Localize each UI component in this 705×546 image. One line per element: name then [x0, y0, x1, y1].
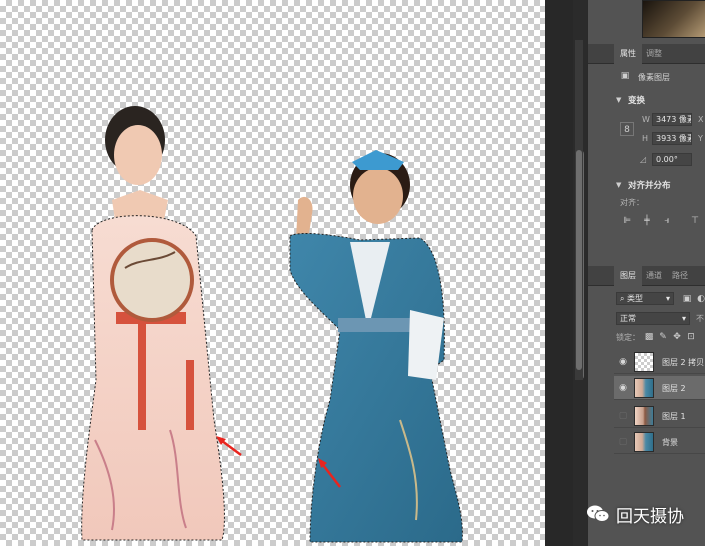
- layer-thumbnail: [634, 432, 654, 452]
- eye-hidden-icon[interactable]: ▢: [618, 437, 628, 447]
- x-label: X: [698, 115, 704, 124]
- width-field[interactable]: 3473 像素: [652, 113, 692, 126]
- chevron-down-icon[interactable]: ▼: [616, 181, 621, 189]
- filter-kind-select[interactable]: ⌕ 类型 ▾: [616, 292, 674, 305]
- angle-field[interactable]: 0.00°: [652, 153, 692, 166]
- height-field[interactable]: 3933 像素: [652, 132, 692, 145]
- layers-tabbar: 图层 通道 路径: [588, 266, 705, 286]
- boy-figure: [289, 150, 463, 543]
- panel-scrollbar-thumb[interactable]: [576, 150, 582, 370]
- align-label: 对齐：: [620, 198, 644, 207]
- search-icon: ⌕: [620, 294, 628, 303]
- color-picker-preview[interactable]: [642, 0, 705, 38]
- lock-label: 锁定：: [616, 333, 640, 342]
- blend-mode-value: 正常: [620, 314, 636, 323]
- chevron-down-icon: ▾: [665, 294, 670, 303]
- chevron-down-icon: ▾: [681, 314, 686, 323]
- tab-adjustments[interactable]: 调整: [640, 44, 668, 64]
- pixel-layer-icon: ▣: [620, 71, 630, 81]
- align-right-icon[interactable]: ⫣: [660, 214, 674, 228]
- filter-adjust-icon[interactable]: ◐: [694, 292, 705, 306]
- layer-row[interactable]: ◉ 图层 2 拷贝: [614, 350, 705, 374]
- tab-paths[interactable]: 路径: [666, 266, 694, 286]
- tab-properties[interactable]: 属性: [614, 44, 642, 64]
- layer-name: 图层 1: [662, 412, 686, 421]
- filter-kind-value: 类型: [627, 294, 644, 303]
- tab-layers[interactable]: 图层: [614, 266, 642, 286]
- opacity-label: 不: [696, 314, 704, 323]
- eye-icon[interactable]: ◉: [618, 383, 628, 393]
- blend-mode-select[interactable]: 正常 ▾: [616, 312, 690, 325]
- layer-thumbnail: [634, 352, 654, 372]
- layer-type-label: 像素图层: [638, 73, 670, 82]
- layer-name: 背景: [662, 438, 678, 447]
- document-canvas[interactable]: [0, 0, 545, 546]
- panel-scrollbar[interactable]: [575, 40, 583, 380]
- filter-pixel-icon[interactable]: ▣: [680, 292, 694, 306]
- layer-name: 图层 2: [662, 384, 686, 393]
- eye-icon[interactable]: ◉: [618, 357, 628, 367]
- wechat-icon: [587, 505, 610, 522]
- align-heading[interactable]: 对齐并分布: [628, 179, 671, 191]
- girl-figure: [81, 106, 225, 541]
- align-left-icon[interactable]: ⊫: [620, 214, 634, 228]
- chevron-down-icon[interactable]: ▼: [616, 96, 621, 104]
- red-arrow-annotation: [216, 436, 242, 457]
- eye-hidden-icon[interactable]: ▢: [618, 411, 628, 421]
- photo-artwork: [81, 106, 463, 543]
- pasteboard: [545, 0, 573, 546]
- angle-icon: ◿: [640, 155, 647, 164]
- layer-name: 图层 2 拷贝: [662, 358, 705, 367]
- lock-transparent-icon[interactable]: ▩: [642, 330, 656, 344]
- link-icon[interactable]: 8: [620, 122, 634, 136]
- tab-channels[interactable]: 通道: [640, 266, 668, 286]
- artboard-icon[interactable]: ⊡: [684, 330, 698, 344]
- layer-thumbnail: [634, 406, 654, 426]
- lock-position-icon[interactable]: ✥: [670, 330, 684, 344]
- width-label: W: [642, 115, 650, 124]
- watermark-text: 回天摄协: [616, 506, 684, 527]
- y-label: Y: [698, 134, 703, 143]
- layer-row[interactable]: ◉ 图层 2: [614, 376, 705, 400]
- align-hcenter-icon[interactable]: ╪: [640, 214, 654, 228]
- watermark: 回天摄协: [586, 501, 684, 527]
- height-label: H: [642, 134, 649, 143]
- transform-heading[interactable]: 变换: [628, 94, 645, 106]
- layer-row[interactable]: ▢ 背景: [614, 430, 705, 454]
- lock-paint-icon[interactable]: ✎: [656, 330, 670, 344]
- properties-tabbar: 属性 调整: [588, 44, 705, 64]
- align-top-icon[interactable]: ⊤: [688, 214, 702, 228]
- right-panels: 属性 调整 ▣ 像素图层 ▼ 变换 8 W 3473 像素 X H 3933 像…: [587, 0, 705, 546]
- layer-thumbnail: [634, 378, 654, 398]
- layer-row[interactable]: ▢ 图层 1: [614, 404, 705, 428]
